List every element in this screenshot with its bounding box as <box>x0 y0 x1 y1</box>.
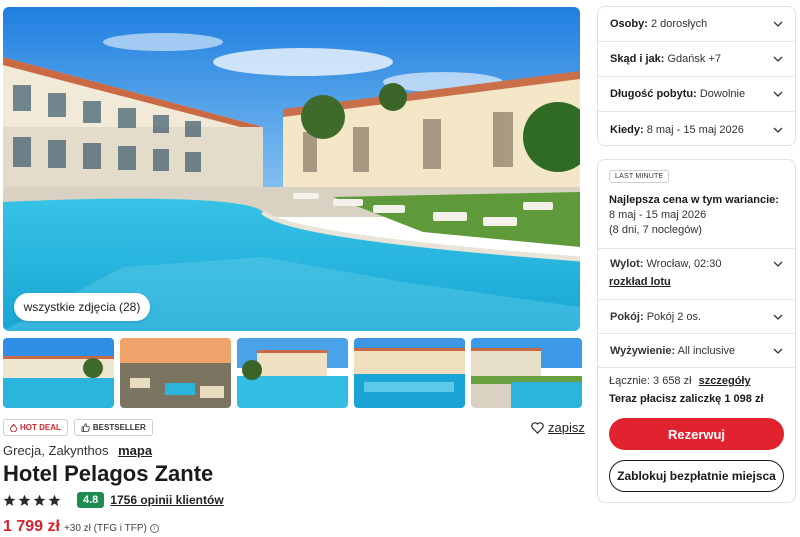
offer-panel: LAST MINUTE Najlepsza cena w tym warianc… <box>597 159 796 503</box>
save-label: zapisz <box>548 420 585 435</box>
room-value: Pokój 2 os. <box>646 310 702 323</box>
hero-photo[interactable] <box>3 7 580 331</box>
rating-row: 4.8 1756 opinii klientów <box>3 492 224 508</box>
hot-deal-label: HOT DEAL <box>20 423 61 432</box>
all-photos-button[interactable]: wszystkie zdjęcia (28) <box>14 293 150 321</box>
chevron-down-icon <box>773 21 783 27</box>
search-filters-panel: Osoby: 2 dorosłych Skąd i jak: Gdańsk +7… <box>597 6 796 146</box>
chevron-down-icon <box>773 348 783 354</box>
filter-value: Dowolnie <box>699 88 746 100</box>
thumb-up-icon <box>81 423 90 432</box>
flight-label: Wylot: <box>610 258 644 270</box>
thumbnail-photo[interactable] <box>3 338 114 408</box>
filter-dates[interactable]: Kiedy: 8 maj - 15 maj 2026 <box>598 112 795 147</box>
save-button[interactable]: zapisz <box>531 420 585 435</box>
hotel-name: Hotel Pelagos Zante <box>3 461 214 486</box>
deposit-info: Teraz płacisz zaliczkę 1 098 zł <box>609 393 764 405</box>
board-label: Wyżywienie: <box>610 344 676 357</box>
offer-dates: 8 maj - 15 maj 2026 <box>609 209 707 221</box>
filter-label: Długość pobytu: <box>610 88 697 100</box>
room-label: Pokój: <box>610 310 644 323</box>
filter-duration[interactable]: Długość pobytu: Dowolnie <box>598 77 795 112</box>
thumbnail-photo[interactable] <box>120 338 231 408</box>
star-icon <box>48 494 61 506</box>
map-link[interactable]: mapa <box>118 443 152 458</box>
filter-value: 2 dorosłych <box>650 18 708 30</box>
chevron-down-icon <box>773 56 783 62</box>
thumbnail-photo[interactable] <box>471 338 582 408</box>
thumbnail-photo[interactable] <box>354 338 465 408</box>
hotel-location: Grecja, Zakynthos mapa <box>3 443 152 458</box>
chevron-down-icon <box>773 91 783 97</box>
flight-schedule-link[interactable]: rozkład lotu <box>609 276 671 288</box>
info-icon[interactable]: i <box>149 523 159 533</box>
price-extra: +30 zł (TFG i TFP) i <box>64 523 159 534</box>
chevron-down-icon <box>773 127 783 133</box>
star-icon <box>3 494 16 506</box>
flight-select[interactable]: Wylot: Wrocław, 02:30 <box>598 257 795 271</box>
location-text: Grecja, Zakynthos <box>3 443 109 458</box>
hotel-stars <box>3 494 61 507</box>
price-extra-text: +30 zł (TFG i TFP) <box>63 523 147 534</box>
best-price-info: Najlepsza cena w tym wariancie: 8 maj - … <box>609 193 779 238</box>
price-row: 1 799 zł +30 zł (TFG i TFP) i <box>3 518 159 536</box>
chevron-down-icon <box>773 261 783 267</box>
chevron-down-icon <box>773 314 783 320</box>
filter-value: 8 maj - 15 maj 2026 <box>646 123 744 136</box>
filter-label: Osoby: <box>610 18 648 30</box>
block-seats-button[interactable]: Zablokuj bezpłatnie miejsca <box>609 460 784 492</box>
fire-icon <box>10 423 17 432</box>
hot-deal-badge: HOT DEAL <box>3 419 68 436</box>
last-minute-badge: LAST MINUTE <box>609 170 670 183</box>
thumbnail-photo[interactable] <box>237 338 348 408</box>
reserve-button[interactable]: Rezerwuj <box>609 418 784 450</box>
divider <box>598 367 795 368</box>
details-link[interactable]: szczegóły <box>699 375 751 387</box>
flight-value: Wrocław, 02:30 <box>646 258 722 270</box>
total-price: Łącznie: 3 658 zł szczegóły <box>609 375 751 387</box>
bestseller-label: BESTSELLER <box>92 423 146 432</box>
total-label: Łącznie: 3 658 zł <box>609 375 692 387</box>
board-value: All inclusive <box>677 344 736 357</box>
price-main: 1 799 zł <box>3 518 60 535</box>
star-icon <box>18 494 31 506</box>
offer-badges: HOT DEAL BESTSELLER <box>3 419 153 436</box>
filter-departure[interactable]: Skąd i jak: Gdańsk +7 <box>598 42 795 77</box>
filter-label: Skąd i jak: <box>610 53 665 65</box>
star-icon <box>33 494 46 506</box>
filter-persons[interactable]: Osoby: 2 dorosłych <box>598 7 795 42</box>
heart-icon <box>531 421 544 434</box>
best-price-label: Najlepsza cena w tym wariancie: <box>609 194 779 206</box>
divider <box>598 248 795 249</box>
filter-label: Kiedy: <box>610 123 644 136</box>
rating-score: 4.8 <box>77 492 105 508</box>
bestseller-badge: BESTSELLER <box>73 419 153 436</box>
filter-value: Gdańsk +7 <box>667 53 721 65</box>
room-select[interactable]: Pokój: Pokój 2 os. <box>598 300 795 333</box>
reviews-link[interactable]: 1756 opinii klientów <box>110 493 223 507</box>
board-select[interactable]: Wyżywienie: All inclusive <box>598 334 795 367</box>
thumbnail-strip <box>3 338 582 408</box>
offer-nights: (8 dni, 7 noclegów) <box>609 224 702 236</box>
